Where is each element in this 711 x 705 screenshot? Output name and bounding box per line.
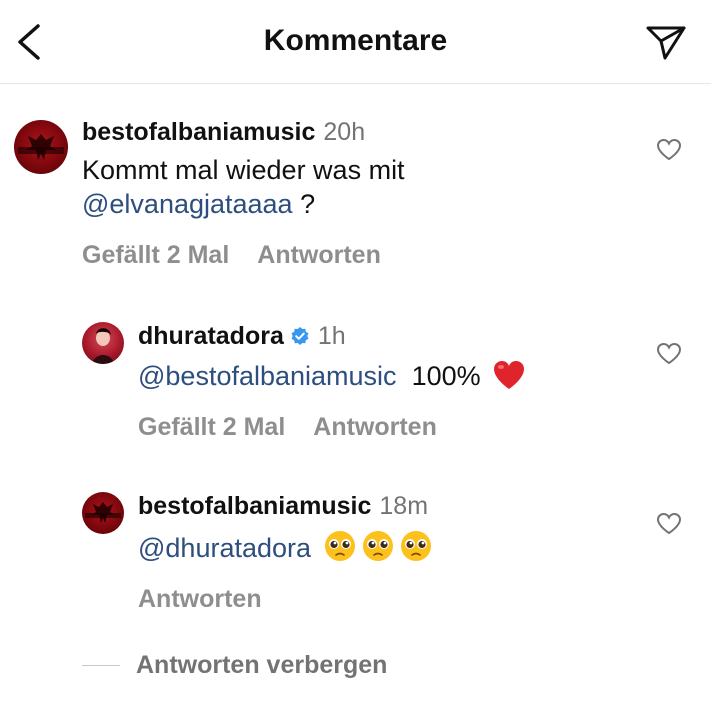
mention-link[interactable]: @elvanagjataaaa bbox=[82, 189, 293, 219]
heart-outline-icon[interactable] bbox=[656, 342, 682, 366]
hide-replies-button[interactable]: Antworten verbergen bbox=[82, 648, 387, 682]
mention-link[interactable]: @dhuratadora bbox=[138, 533, 311, 563]
avatar[interactable] bbox=[82, 492, 124, 534]
comment-text: @dhuratadora bbox=[138, 529, 658, 565]
comment-text: Kommt mal wieder was mit @elvanagjataaaa… bbox=[82, 153, 642, 221]
pleading-face-emoji bbox=[324, 531, 355, 561]
comment-text: @bestofalbaniamusic 100% bbox=[138, 359, 658, 393]
comment-actions: Gefällt 2 Mal Antworten bbox=[82, 241, 642, 270]
heart-outline-icon[interactable] bbox=[656, 512, 682, 536]
pleading-face-emoji bbox=[400, 531, 431, 561]
comment-text-line: Kommt mal wieder was mit bbox=[82, 155, 405, 185]
likes-count[interactable]: Gefällt 2 Mal bbox=[82, 241, 229, 269]
reply-button[interactable]: Antworten bbox=[313, 413, 437, 441]
heart-outline-icon[interactable] bbox=[656, 138, 682, 162]
eagle-logo-icon bbox=[18, 134, 64, 160]
timestamp: 20h bbox=[323, 118, 366, 146]
reply-button[interactable]: Antworten bbox=[138, 585, 262, 613]
username[interactable]: bestofalbaniamusic bbox=[82, 118, 315, 146]
pleading-face-emoji bbox=[362, 531, 393, 561]
eagle-logo-icon bbox=[85, 502, 121, 523]
avatar[interactable] bbox=[14, 120, 68, 174]
page-title: Kommentare bbox=[263, 24, 448, 57]
hide-replies-label: Antworten verbergen bbox=[136, 650, 388, 679]
reply-button[interactable]: Antworten bbox=[257, 241, 381, 269]
mention-link[interactable]: @bestofalbaniamusic bbox=[138, 361, 397, 391]
username[interactable]: bestofalbaniamusic bbox=[138, 492, 371, 520]
comment: bestofalbaniamusic 20h Kommt mal wieder w… bbox=[0, 110, 711, 280]
timestamp: 1h bbox=[317, 322, 346, 350]
send-icon[interactable] bbox=[645, 24, 687, 62]
header: Kommentare bbox=[0, 0, 711, 84]
verified-badge-icon bbox=[291, 327, 309, 345]
comment-text-suffix: ? bbox=[292, 189, 316, 219]
likes-count[interactable]: Gefällt 2 Mal bbox=[138, 413, 285, 441]
username[interactable]: dhuratadora bbox=[138, 322, 284, 350]
comment-text-suffix: 100% bbox=[411, 361, 481, 391]
reply-comment: dhuratadora 1h @bestofalbaniamusic 100% … bbox=[0, 318, 711, 458]
profile-photo bbox=[92, 328, 114, 364]
timestamp: 18m bbox=[379, 492, 429, 520]
red-heart-emoji bbox=[494, 361, 525, 389]
comment-actions: Gefällt 2 Mal Antworten bbox=[138, 413, 658, 442]
reply-comment: bestofalbaniamusic 18m @dhuratadora Antw… bbox=[0, 488, 711, 618]
divider-line bbox=[82, 664, 120, 666]
comment-actions: Antworten bbox=[138, 585, 658, 614]
avatar[interactable] bbox=[82, 322, 124, 364]
